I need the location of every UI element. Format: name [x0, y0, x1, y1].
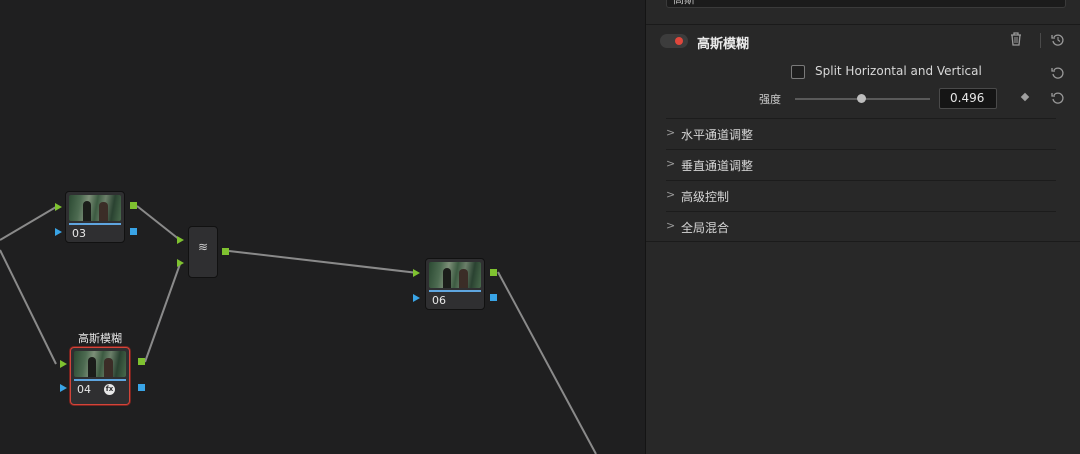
mixer-input-port-2[interactable]	[177, 259, 184, 267]
checkbox-label: Split Horizontal and Vertical	[815, 64, 982, 78]
node-number: 06	[432, 294, 446, 307]
section-label: 全局混合	[681, 221, 730, 235]
node-04-title: 高斯模糊	[78, 332, 122, 345]
node-thumbnail	[74, 351, 126, 377]
trash-icon[interactable]	[1010, 32, 1022, 50]
search-value: 高斯	[673, 0, 695, 6]
section-label: 垂直通道调整	[681, 159, 754, 173]
mixer-output-port[interactable]	[222, 248, 229, 255]
chevron-right-icon: >	[666, 219, 676, 232]
alpha-output-port[interactable]	[130, 228, 137, 235]
link-in-04	[0, 249, 57, 365]
node-status-bar	[69, 223, 121, 225]
mixer-input-port-1[interactable]	[177, 236, 184, 244]
node-status-bar	[74, 379, 126, 381]
rgb-output-port[interactable]	[130, 202, 137, 209]
node-number: 03	[72, 227, 86, 240]
toggle-knob	[675, 37, 683, 45]
rgb-input-port[interactable]	[60, 360, 67, 368]
rgb-input-port[interactable]	[55, 203, 62, 211]
node-04[interactable]: 04 fx	[70, 347, 130, 405]
alpha-output-port[interactable]	[490, 294, 497, 301]
section-horizontal-channel[interactable]: > 水平通道调整	[666, 118, 1056, 149]
reset-all-icon[interactable]	[1051, 33, 1065, 51]
alpha-input-port[interactable]	[413, 294, 420, 302]
mixer-icon: ≋	[197, 240, 209, 254]
link-06-out	[497, 271, 597, 454]
split-horizontal-vertical-checkbox[interactable]	[791, 65, 805, 79]
node-graph[interactable]: 03 高斯模糊 04 fx ≋ 06	[0, 0, 645, 454]
rgb-output-port[interactable]	[490, 269, 497, 276]
alpha-output-port[interactable]	[138, 384, 145, 391]
section-label: 高级控制	[681, 190, 730, 204]
strength-slider-handle[interactable]	[857, 94, 867, 103]
chevron-right-icon: >	[666, 126, 676, 139]
node-thumbnail	[69, 195, 121, 221]
node-06[interactable]: 06	[425, 258, 485, 310]
effect-title: 高斯模糊	[697, 37, 750, 52]
link-mixer-06	[228, 250, 419, 274]
chevron-right-icon: >	[666, 157, 676, 170]
link-in-03	[0, 206, 57, 241]
rgb-output-port[interactable]	[138, 358, 145, 365]
divider	[1040, 33, 1041, 48]
link-04-mixer	[144, 263, 181, 363]
section-vertical-channel[interactable]: > 垂直通道调整	[666, 149, 1056, 180]
alpha-input-port[interactable]	[60, 384, 67, 392]
link-03-mixer	[136, 205, 181, 241]
rgb-input-port[interactable]	[413, 269, 420, 277]
chevron-right-icon: >	[666, 188, 676, 201]
clear-search-icon[interactable]: ✕	[1051, 0, 1059, 2]
section-label: 水平通道调整	[681, 128, 754, 142]
node-number: 04	[77, 383, 91, 396]
divider	[646, 24, 1080, 25]
node-status-bar	[429, 290, 481, 292]
node-thumbnail	[429, 262, 481, 288]
strength-value-input[interactable]: 0.496	[939, 88, 997, 109]
alpha-input-port[interactable]	[55, 228, 62, 236]
reset-icon[interactable]	[1051, 91, 1065, 109]
effect-search-input[interactable]: 高斯 ✕	[666, 0, 1066, 8]
section-advanced-controls[interactable]: > 高级控制	[666, 180, 1056, 211]
mixer-node[interactable]: ≋	[188, 226, 218, 278]
reset-icon[interactable]	[1051, 66, 1065, 84]
node-03[interactable]: 03	[65, 191, 125, 243]
effect-badge-icon: fx	[104, 384, 115, 395]
divider	[646, 241, 1080, 242]
keyframe-diamond-icon[interactable]	[1020, 92, 1030, 102]
section-global-blend[interactable]: > 全局混合	[666, 211, 1056, 242]
inspector-panel: 高斯 ✕ 高斯模糊 Split Horizontal and Vertical …	[645, 0, 1080, 454]
effect-enable-toggle[interactable]	[660, 34, 688, 48]
strength-label: 强度	[759, 93, 781, 106]
